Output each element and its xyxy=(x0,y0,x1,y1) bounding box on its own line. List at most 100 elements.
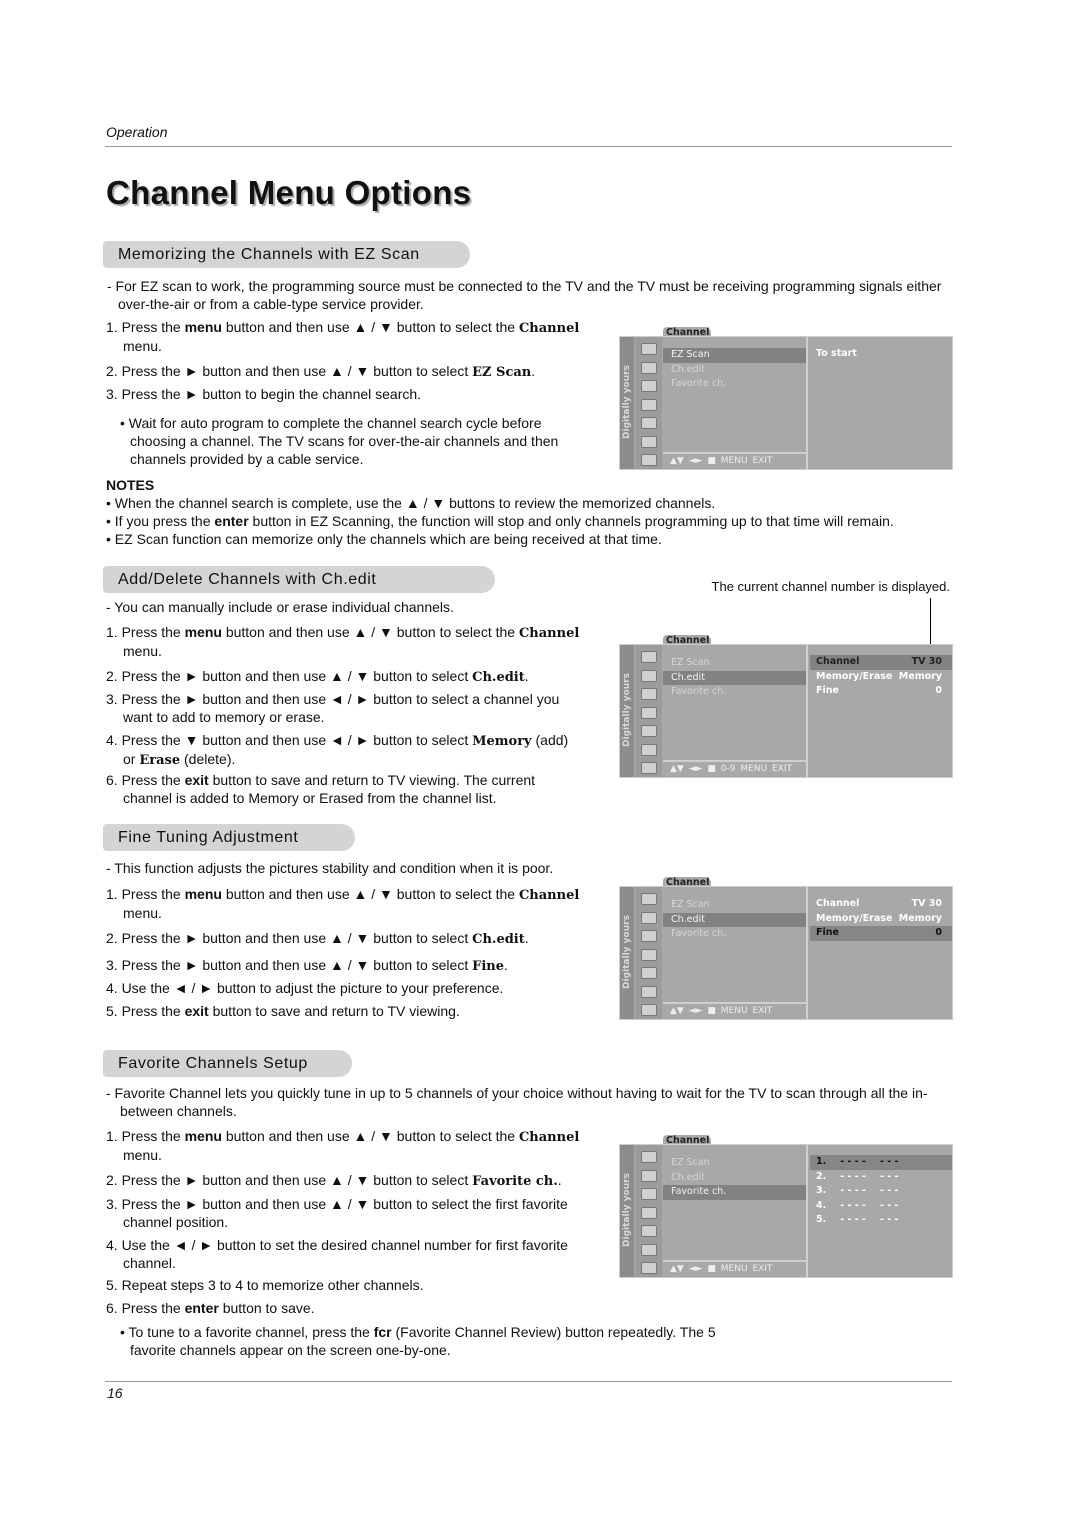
section-heading-favorite: Favorite Channels Setup xyxy=(103,1050,352,1077)
section-heading-fine-tuning: Fine Tuning Adjustment xyxy=(103,824,355,851)
text-segment: button and then use ▲ / ▼ button to sele… xyxy=(221,1128,519,1144)
step-6: 6. Press the exit button to save and ret… xyxy=(106,772,582,807)
running-header: Operation xyxy=(106,124,168,140)
menu-item: EZ Scan xyxy=(671,657,710,668)
submenu-panel: Channel TV 30 Memory/Erase Memory Fine 0 xyxy=(810,887,952,1019)
text-segment: 4. Press the ▼ button and then use ◄ / ►… xyxy=(106,732,473,748)
menu-item: Favorite ch. xyxy=(671,686,727,697)
menu-item: EZ Scan xyxy=(671,1157,710,1168)
menu-panel: Digitally yours EZ Scan Ch.edit Favorite ch… xyxy=(619,336,953,470)
menu-item: Favorite ch. xyxy=(671,378,727,389)
menu-item: Ch.edit xyxy=(663,670,806,685)
emphasis-text: Channel xyxy=(518,1130,580,1145)
submenu-label: To start xyxy=(816,348,857,359)
brand-strip: Digitally yours xyxy=(620,645,634,777)
bullet-note: • Wait for auto program to complete the … xyxy=(120,415,559,467)
emphasis-text: exit xyxy=(184,772,209,788)
emphasis-text: menu xyxy=(184,319,222,335)
text-segment: • If you press the xyxy=(106,513,215,529)
brand-text: Digitally yours xyxy=(622,365,632,439)
menu-items: EZ Scan Ch.edit Favorite ch. ▲▼ ◄► ■ MENU E… xyxy=(663,887,808,1019)
submenu-row: Fine 0 xyxy=(810,926,952,941)
input-icon xyxy=(640,762,657,774)
menu-items: EZ Scan Ch.edit Favorite ch. ▲▼ ◄► ■ MENU E… xyxy=(663,337,808,469)
section-heading-ch-edit: Add/Delete Channels with Ch.edit xyxy=(103,566,495,593)
submenu-value: Memory xyxy=(898,912,942,924)
text-segment: 6. Press the xyxy=(106,772,185,788)
menu-nav-hint: ▲▼ ◄► ■ MENU EXIT xyxy=(663,1260,806,1277)
input-icon xyxy=(640,1004,657,1016)
step-6: 6. Press the enter button to save. xyxy=(106,1300,582,1318)
intro-text: - This function adjusts the pictures sta… xyxy=(106,860,554,876)
brand-text: Digitally yours xyxy=(622,915,632,989)
favorite-slot-value: - - - - xyxy=(840,1156,866,1167)
section-heading-ez-scan: Memorizing the Channels with EZ Scan xyxy=(103,241,470,268)
note-3: • EZ Scan function can memorize only the… xyxy=(106,531,952,549)
menu-item: Favorite ch. xyxy=(671,928,727,939)
menu-item: Ch.edit xyxy=(671,363,705,375)
emphasis-text: Ch.edit xyxy=(472,670,525,685)
menu-nav-hint: ▲▼ ◄► ■ MENU EXIT xyxy=(663,1002,806,1019)
submenu-row: Fine 0 xyxy=(810,684,952,699)
sound-icon xyxy=(640,930,657,942)
brand-text: Digitally yours xyxy=(622,673,632,747)
brand-strip: Digitally yours xyxy=(620,337,634,469)
step-2: 2. Press the ► button and then use ▲ / ▼… xyxy=(106,668,582,687)
lock-icon xyxy=(640,1243,657,1256)
channel-antenna-icon xyxy=(640,343,657,355)
text-segment: • To tune to a favorite channel, press t… xyxy=(120,1324,374,1340)
submenu-label: Channel xyxy=(816,898,860,909)
text-segment: 4. Use the ◄ / ► button to set the desir… xyxy=(106,1237,568,1271)
text-segment: 3. Press the ► button and then use ▲ / ▼… xyxy=(106,957,473,973)
step-1: 1. Press the menu button and then use ▲ … xyxy=(106,886,582,922)
tv-menu-favorite: Channel Digitally yours EZ Scan Ch.edit Favo… xyxy=(619,1135,953,1278)
text-segment: 3. Press the ► button to begin the chann… xyxy=(106,386,422,402)
sound-icon xyxy=(640,380,657,392)
submenu-label: Memory/Erase xyxy=(816,912,893,924)
text-segment: button in EZ Scanning, the function will… xyxy=(248,513,894,529)
menu-icon-column xyxy=(635,645,662,777)
text-segment: • EZ Scan function can memorize only the… xyxy=(106,531,662,547)
emphasis-text: exit xyxy=(184,1003,209,1019)
page-number: 16 xyxy=(107,1385,123,1401)
step-2: 2. Press the ► button and then use ▲ / ▼… xyxy=(106,363,582,382)
emphasis-text: Memory xyxy=(472,734,532,749)
emphasis-text: Ch.edit xyxy=(472,932,525,947)
intro-text: - You can manually include or erase indi… xyxy=(106,599,454,615)
submenu-row: To start xyxy=(810,347,952,362)
favorite-slot-value: - - - xyxy=(879,1156,899,1167)
step-4: 4. Use the ◄ / ► button to adjust the pi… xyxy=(106,980,582,998)
submenu-row: Channel TV 30 xyxy=(810,655,952,670)
channel-antenna-icon xyxy=(640,651,657,663)
text-segment: 5. Press the xyxy=(106,1003,185,1019)
step-3: 3. Press the ► button and then use ▲ / ▼… xyxy=(106,957,582,976)
emphasis-text: menu xyxy=(184,624,222,640)
submenu-panel: Channel TV 30 Memory/Erase Memory Fine 0 xyxy=(810,645,952,777)
favorite-slot-value: - - - xyxy=(879,1170,899,1182)
text-segment: 1. Press the xyxy=(106,886,185,902)
text-segment: menu. xyxy=(123,1146,162,1163)
lock-icon xyxy=(640,743,657,756)
channel-antenna-icon xyxy=(640,1151,657,1163)
menu-item: EZ Scan xyxy=(663,348,806,363)
submenu-value: TV 30 xyxy=(911,898,942,909)
brand-text: Digitally yours xyxy=(622,1173,632,1247)
menu-panel: Digitally yours EZ Scan Ch.edit Favorite ch… xyxy=(619,886,953,1020)
lock-icon xyxy=(640,435,657,448)
favorite-slot-value: - - - xyxy=(879,1199,899,1211)
text-segment: button and then use ▲ / ▼ button to sele… xyxy=(221,319,519,335)
note-1: • When the channel search is complete, u… xyxy=(106,495,952,513)
input-icon xyxy=(640,1262,657,1274)
text-segment: 2. Press the ► button and then use ▲ / ▼… xyxy=(106,930,473,946)
favorite-slot: 1. - - - - - - - xyxy=(810,1155,952,1170)
notes-title: NOTES xyxy=(106,477,155,493)
text-segment: 1. Press the xyxy=(106,319,185,335)
step-5: 5. Repeat steps 3 to 4 to memorize other… xyxy=(106,1277,582,1295)
text-segment: 2. Press the ► button and then use ▲ / ▼… xyxy=(106,668,473,684)
favorite-slot-value: 4. xyxy=(816,1199,827,1211)
time-icon xyxy=(640,948,657,961)
step-1: 1. Press the menu button and then use ▲ … xyxy=(106,1128,582,1164)
text-segment: button to save. xyxy=(218,1300,315,1316)
step-4: 4. Press the ▼ button and then use ◄ / ►… xyxy=(106,732,582,769)
text-segment: 3. Press the ► button and then use ▲ / ▼… xyxy=(106,1196,568,1230)
